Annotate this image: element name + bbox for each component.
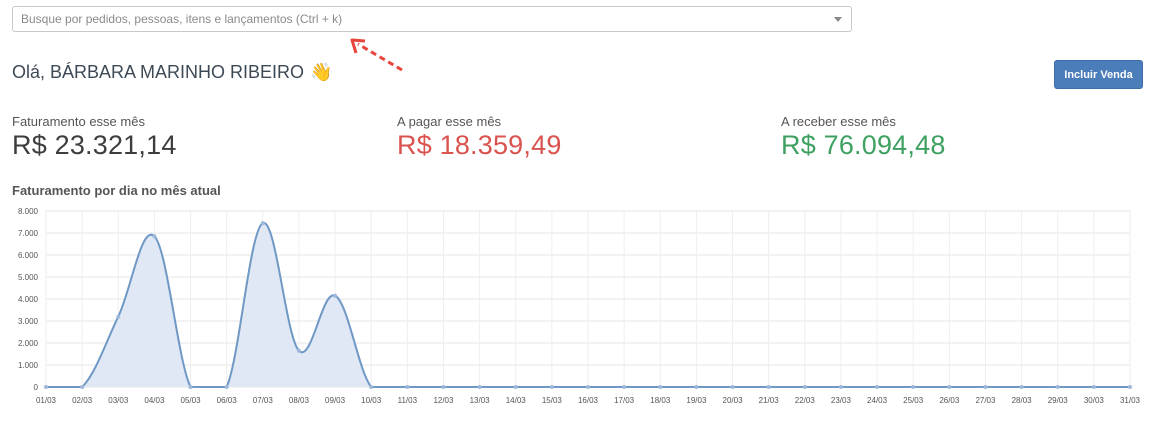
x-tick-label: 14/03 [506, 396, 527, 405]
revenue-daily-chart: 0 1.000 2.000 3.000 4.000 5.000 6.000 7.000 8.00… [18, 207, 1141, 405]
data-point [694, 385, 699, 389]
pointer-arrow-icon [350, 38, 403, 72]
data-point [116, 314, 121, 319]
data-point [80, 385, 85, 389]
kpi-receivable-value: R$ 76.094,48 [781, 130, 946, 160]
x-tick-label: 21/03 [759, 396, 780, 405]
data-point [1019, 385, 1024, 389]
data-point [152, 234, 157, 239]
data-point [333, 293, 338, 298]
data-point [188, 385, 193, 389]
x-tick-label: 30/03 [1084, 396, 1105, 405]
x-tick-label: 24/03 [867, 396, 888, 405]
x-tick-label: 23/03 [831, 396, 852, 405]
x-tick-label: 16/03 [578, 396, 599, 405]
x-tick-label: 19/03 [686, 396, 707, 405]
data-point [802, 385, 807, 389]
kpi-payable-label: A pagar esse mês [397, 114, 502, 129]
data-point [947, 385, 952, 389]
data-point [730, 385, 735, 389]
data-point [875, 385, 880, 389]
x-tick-label: 15/03 [542, 396, 563, 405]
chart-title: Faturamento por dia no mês atual [12, 183, 221, 198]
data-point [224, 385, 229, 389]
data-point [296, 348, 301, 353]
y-tick-label: 4.000 [18, 295, 39, 304]
y-tick-label: 5.000 [18, 273, 39, 282]
x-tick-label: 12/03 [433, 396, 454, 405]
x-tick-label: 04/03 [144, 396, 165, 405]
x-tick-label: 18/03 [650, 396, 671, 405]
x-tick-label: 03/03 [108, 396, 129, 405]
kpi-payable: A pagar esse mês R$ 18.359,49 [397, 114, 562, 161]
kpi-receivable: A receber esse mês R$ 76.094,48 [781, 114, 946, 161]
y-tick-label: 0 [34, 383, 39, 392]
y-tick-label: 7.000 [18, 229, 39, 238]
data-point [513, 385, 518, 389]
data-point [405, 385, 410, 389]
x-tick-label: 20/03 [723, 396, 744, 405]
y-tick-label: 8.000 [18, 207, 39, 216]
kpi-receivable-label: A receber esse mês [781, 114, 896, 129]
waving-hand-icon: 👋 [310, 62, 333, 82]
data-point [441, 385, 446, 389]
x-tick-label: 13/03 [470, 396, 491, 405]
data-point [983, 385, 988, 389]
include-sale-button[interactable]: Incluir Venda [1054, 60, 1143, 89]
x-tick-label: 08/03 [289, 396, 310, 405]
data-point [369, 385, 374, 389]
data-point [766, 385, 771, 389]
data-point [1128, 385, 1132, 389]
kpi-revenue-value: R$ 23.321,14 [12, 130, 177, 160]
x-tick-label: 11/03 [398, 396, 418, 405]
data-point [44, 385, 48, 389]
kpi-payable-value: R$ 18.359,49 [397, 130, 562, 160]
x-tick-label: 06/03 [217, 396, 238, 405]
x-tick-label: 17/03 [614, 396, 635, 405]
x-tick-label: 31/03 [1120, 396, 1141, 405]
x-tick-label: 02/03 [72, 396, 93, 405]
x-tick-label: 28/03 [1012, 396, 1033, 405]
data-point [658, 385, 663, 389]
y-tick-label: 6.000 [18, 251, 39, 260]
x-tick-label: 10/03 [361, 396, 382, 405]
data-point [622, 385, 627, 389]
x-tick-label: 29/03 [1048, 396, 1069, 405]
y-tick-label: 2.000 [18, 339, 39, 348]
data-point [1055, 385, 1060, 389]
data-point [911, 385, 916, 389]
greeting: Olá, BÁRBARA MARINHO RIBEIRO 👋 [12, 62, 332, 83]
y-tick-label: 3.000 [18, 317, 39, 326]
chevron-down-icon[interactable] [834, 16, 842, 22]
x-tick-label: 27/03 [975, 396, 996, 405]
search-input[interactable] [13, 8, 834, 30]
x-tick-label: 26/03 [939, 396, 960, 405]
greeting-text: Olá, BÁRBARA MARINHO RIBEIRO [12, 62, 305, 82]
data-point [586, 385, 590, 389]
y-tick-label: 1.000 [18, 361, 39, 370]
data-point [838, 385, 843, 389]
data-point [549, 385, 554, 389]
search-field[interactable] [12, 6, 852, 32]
x-tick-label: 05/03 [181, 396, 202, 405]
data-point [477, 385, 482, 389]
kpi-revenue: Faturamento esse mês R$ 23.321,14 [12, 114, 177, 161]
x-tick-label: 25/03 [903, 396, 924, 405]
x-tick-label: 22/03 [795, 396, 816, 405]
data-point [260, 221, 265, 226]
data-point [1091, 385, 1096, 389]
x-tick-label: 07/03 [253, 396, 274, 405]
x-tick-label: 01/03 [36, 396, 57, 405]
kpi-revenue-label: Faturamento esse mês [12, 114, 145, 129]
x-tick-label: 09/03 [325, 396, 346, 405]
